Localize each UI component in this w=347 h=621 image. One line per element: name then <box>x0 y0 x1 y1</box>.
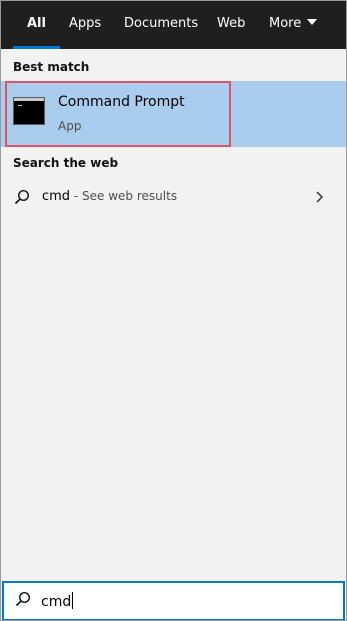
tab-documents-label: Documents <box>124 16 199 31</box>
command-prompt-icon <box>13 97 45 125</box>
result-title: Command Prompt <box>58 94 185 110</box>
search-web-heading: Search the web <box>13 156 119 170</box>
tab-apps-label: Apps <box>69 16 102 31</box>
caret-down-icon <box>307 19 318 25</box>
tab-all[interactable]: All <box>13 1 60 49</box>
filter-tab-bar: All Apps Documents Web More <box>1 1 346 49</box>
tab-more-label: More <box>269 16 302 31</box>
search-icon <box>15 591 31 607</box>
tab-apps[interactable]: Apps <box>69 1 101 49</box>
tab-documents[interactable]: Documents <box>124 1 198 49</box>
search-icon <box>14 189 30 205</box>
search-input[interactable]: cmd <box>41 592 74 610</box>
text-cursor <box>72 592 74 609</box>
tab-web[interactable]: Web <box>217 1 245 49</box>
result-subtitle: App <box>58 119 82 133</box>
chevron-right-icon[interactable] <box>315 191 324 203</box>
tab-more[interactable]: More <box>269 1 318 49</box>
tab-all-label: All <box>27 16 46 31</box>
search-input-value: cmd <box>41 594 72 610</box>
web-hint: - See web results <box>70 189 178 203</box>
tab-web-label: Web <box>217 16 246 31</box>
start-search-panel: All Apps Documents Web More Best match C… <box>0 0 347 621</box>
web-query: cmd <box>42 189 71 204</box>
web-query-text: cmd - See web results <box>42 189 177 204</box>
best-match-heading: Best match <box>13 60 90 74</box>
